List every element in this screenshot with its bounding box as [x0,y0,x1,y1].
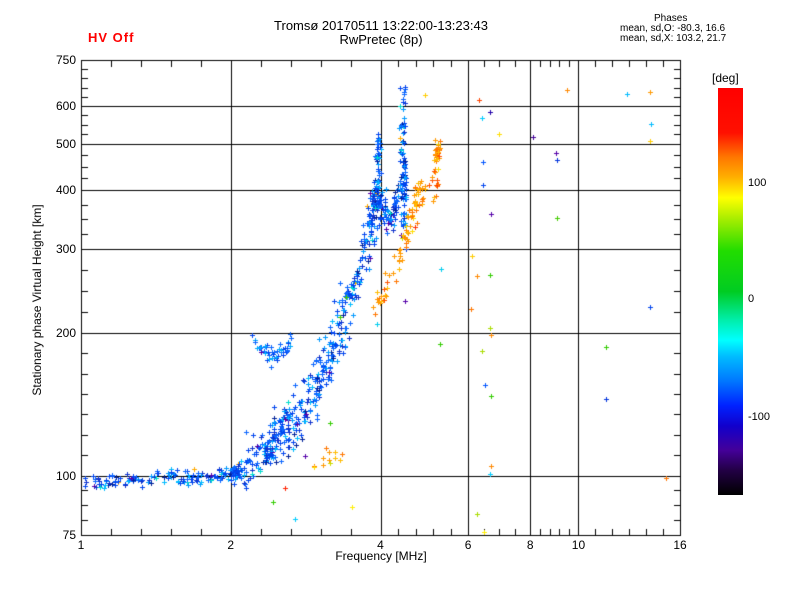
phase-stats-x-mode: mean, sd,X: 103.2, 21.7 [620,33,727,44]
colorbar-tick-0: 0 [748,293,755,305]
ionogram-figure: HV Off Tromsø 20170511 13:22:00-13:23:43… [0,0,800,600]
colorbar-unit-label: [deg] [712,71,739,85]
y-axis-label: Stationary phase Virtual Height [km] [30,204,44,396]
colorbar-tick-100: 100 [748,177,767,189]
plot-subtitle: RwPretec (8p) [339,32,423,47]
x-axis-label: Frequency [MHz] [335,549,427,563]
ionogram-plot-canvas [0,0,800,600]
plot-title: Tromsø 20170511 13:22:00-13:23:43 [274,18,488,33]
colorbar-tick-neg100: -100 [748,411,771,423]
phase-stats-block: Phases mean, sd,O: -80.3, 16.6 mean, sd,X:… [620,14,726,44]
phase-colorbar [718,88,743,495]
